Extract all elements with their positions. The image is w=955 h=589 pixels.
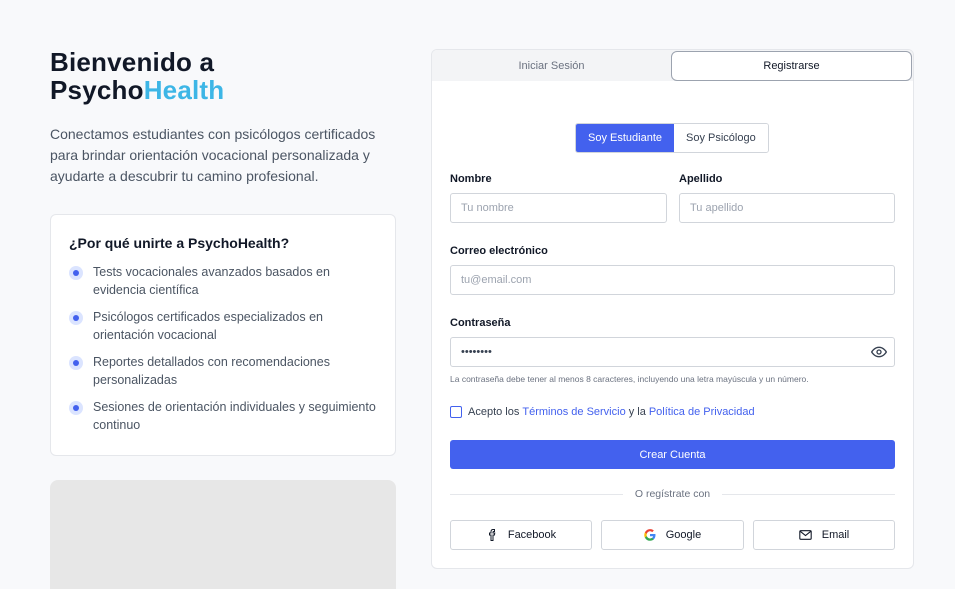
- psychologist-role-button[interactable]: Soy Psicólogo: [674, 124, 768, 152]
- password-field[interactable]: [450, 337, 895, 367]
- privacy-link[interactable]: Política de Privacidad: [649, 406, 755, 418]
- tab-register[interactable]: Registrarse: [671, 51, 912, 81]
- last-name-field[interactable]: [679, 193, 895, 223]
- email-label-button: Email: [821, 529, 850, 541]
- create-account-button[interactable]: Crear Cuenta: [450, 440, 895, 469]
- list-item: Tests vocacionales avanzados basados en …: [69, 263, 377, 299]
- mail-icon: [799, 530, 812, 540]
- divider-text: O regístrate con: [634, 488, 711, 500]
- tab-login[interactable]: Iniciar Sesión: [432, 50, 671, 81]
- benefit-text: Psicólogos certificados especializados e…: [93, 310, 323, 342]
- benefit-text: Sesiones de orientación individuales y s…: [93, 400, 376, 432]
- google-button[interactable]: Google: [601, 520, 744, 550]
- social-divider: O regístrate con: [450, 488, 896, 500]
- terms-link[interactable]: Términos de Servicio: [522, 406, 625, 418]
- page-title: Bienvenido a PsychoHealth: [50, 48, 396, 104]
- student-role-button[interactable]: Soy Estudiante: [576, 124, 674, 152]
- terms-checkbox[interactable]: [450, 406, 462, 418]
- bullet-icon: [69, 401, 83, 415]
- divider-line: [450, 493, 623, 495]
- last-name-label: Apellido: [679, 173, 723, 185]
- bullet-icon: [69, 356, 83, 370]
- terms-and: y la: [628, 406, 646, 418]
- brand-part1: Psycho: [50, 75, 144, 105]
- first-name-label: Nombre: [450, 173, 492, 185]
- auth-tabs: Iniciar Sesión Registrarse: [432, 50, 913, 81]
- role-toggle: Soy Estudiante Soy Psicólogo: [575, 123, 769, 153]
- list-item: Psicólogos certificados especializados e…: [69, 308, 377, 344]
- first-name-field[interactable]: [450, 193, 667, 223]
- bullet-icon: [69, 266, 83, 280]
- brand-part2: Health: [143, 75, 225, 105]
- email-button[interactable]: Email: [753, 520, 895, 550]
- google-label: Google: [665, 529, 702, 541]
- email-field[interactable]: [450, 265, 895, 295]
- password-hint: La contraseña debe tener al menos 8 cara…: [450, 374, 809, 384]
- divider-line: [722, 493, 896, 495]
- hero-description: Conectamos estudiantes con psicólogos ce…: [50, 126, 376, 184]
- benefits-list: Tests vocacionales avanzados basados en …: [69, 263, 377, 434]
- benefit-text: Reportes detallados con recomendaciones …: [93, 355, 330, 387]
- image-placeholder: [50, 480, 396, 589]
- list-item: Sesiones de orientación individuales y s…: [69, 398, 377, 434]
- google-icon: [644, 529, 656, 541]
- why-join-title: ¿Por qué unirte a PsychoHealth?: [69, 235, 290, 251]
- benefit-text: Tests vocacionales avanzados basados en …: [93, 265, 330, 297]
- list-item: Reportes detallados con recomendaciones …: [69, 353, 377, 389]
- auth-card: Iniciar Sesión Registrarse Soy Estudiant…: [431, 49, 914, 569]
- facebook-button[interactable]: Facebook: [450, 520, 592, 550]
- facebook-icon: [488, 529, 496, 541]
- facebook-label: Facebook: [507, 529, 557, 541]
- terms-prefix: Acepto los: [468, 406, 520, 418]
- terms-row: Acepto los Términos de Servicio y la Pol…: [450, 406, 758, 418]
- password-label: Contraseña: [450, 317, 511, 329]
- email-label: Correo electrónico: [450, 245, 548, 257]
- title-line1: Bienvenido a: [50, 47, 215, 77]
- bullet-icon: [69, 311, 83, 325]
- password-wrapper: [450, 337, 895, 367]
- why-join-card: ¿Por qué unirte a PsychoHealth? Tests vo…: [50, 214, 396, 456]
- intro-section: Bienvenido a PsychoHealth Conectamos est…: [50, 48, 396, 589]
- eye-icon[interactable]: [871, 344, 887, 360]
